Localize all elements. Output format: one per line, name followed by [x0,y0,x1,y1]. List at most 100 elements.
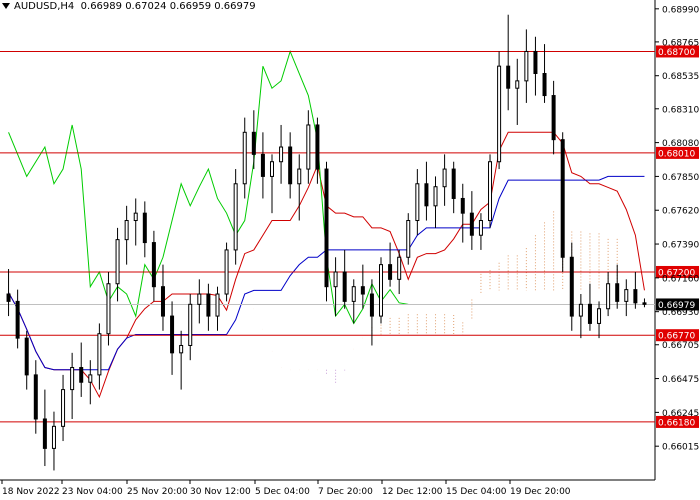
candle-body [397,256,402,280]
candle-body [224,249,229,295]
candle-body [206,293,211,317]
candle-body [533,50,538,75]
chart-header: AUDUSD,H4 0.66989 0.67024 0.66959 0.6697… [2,1,256,12]
y-tick-label: 0.66245 [662,409,699,419]
candle-body [215,293,220,317]
y-tick-label: 0.68080 [662,139,699,149]
candle-body [70,367,75,391]
x-tick-label: 18 Nov 2022 [2,487,60,497]
candle-body [333,271,338,288]
x-tick-label: 19 Dec 20:00 [510,487,571,497]
dropdown-triangle-icon[interactable] [2,3,10,9]
y-tick-label: 0.66015 [662,443,699,453]
candle-body [597,308,602,324]
x-tick-label: 5 Dec 04:00 [255,487,310,497]
candle-body [478,220,483,236]
candle-body [297,168,302,185]
candle-body [388,264,393,280]
candle-body [15,300,20,339]
x-tick-label: 15 Dec 04:00 [446,487,507,497]
candle-body [569,256,574,317]
y-tick-label: 0.67390 [662,241,699,251]
symbol-label: AUDUSD,H4 [14,1,75,12]
candle-body [488,161,493,222]
y-tick-label: 0.67620 [662,207,699,217]
candle-body [633,289,638,304]
candle-body [406,220,411,258]
candle-body [351,286,356,302]
candle-body [415,183,420,222]
candle-body [342,271,347,302]
candle-body [251,131,256,155]
y-tick-label: 0.68990 [662,5,699,15]
candle-body [542,73,547,97]
candle-body [360,286,365,295]
candle-body [451,168,456,199]
candle-body [315,124,320,170]
candle-body [460,197,465,214]
candle-body [442,168,447,188]
candle-body [133,212,138,222]
candle-body [233,183,238,251]
current-price-label: 0.66979 [658,301,695,311]
candle-body [369,293,374,317]
candle-body [497,65,502,163]
y-tick-label: 0.68765 [662,38,699,48]
y-tick-label: 0.68310 [662,105,699,115]
candle-body [279,146,284,163]
candle-body [42,418,47,449]
candle-body [142,212,147,244]
chikou-line [8,49,409,325]
candle-body [469,212,474,236]
candle-body [587,303,592,324]
candle-body [79,367,84,383]
candle-body [642,302,647,305]
y-tick-label: 0.66705 [662,341,699,351]
level-label: 0.68700 [658,48,695,58]
x-tick-label: 25 Nov 20:00 [127,487,188,497]
candle-body [260,153,265,177]
candle-body [6,293,11,302]
candle-body [188,303,193,346]
level-label: 0.66770 [658,332,695,342]
candle-body [160,286,165,317]
y-tick-label: 0.66475 [662,375,699,385]
candle-body [506,65,511,89]
price-chart[interactable]: 0.687000.680100.672000.667700.661800.689… [0,0,700,500]
candle-body [433,186,438,207]
candle-body [115,239,120,285]
candle-body [88,374,93,383]
candle-body [269,161,274,177]
candle-body [578,303,583,317]
candle-body [615,283,620,302]
candle-body [97,333,102,376]
candle-body [551,95,556,141]
candle-body [306,124,311,170]
candle-body [51,425,56,449]
x-tick-label: 30 Nov 12:00 [190,487,251,497]
x-tick-label: 12 Dec 12:00 [382,487,443,497]
candle-body [61,389,66,427]
candle-body [288,146,293,185]
level-label: 0.68010 [658,149,695,159]
candle-body [106,283,111,335]
y-tick-label: 0.68535 [662,72,699,82]
y-tick-label: 0.67160 [662,274,699,284]
x-tick-label: 23 Nov 04:00 [62,487,123,497]
candle-body [624,289,629,302]
candle-body [170,315,175,354]
candle-body [242,131,247,185]
candle-body [197,293,202,305]
candle-body [124,220,129,241]
level-label: 0.66180 [658,418,695,428]
chart-window[interactable]: 0.68700 0.68010 0.67200 0.66770 0.66180 0.689… [0,0,700,500]
candle-body [324,168,329,288]
y-tick-label: 0.67850 [662,173,699,183]
candle-body [179,344,184,354]
candle-body [515,80,520,89]
candle-body [424,183,429,207]
candle-body [379,264,384,317]
candle-body [560,139,565,258]
candle-body [606,283,611,310]
candle-body [151,242,156,288]
